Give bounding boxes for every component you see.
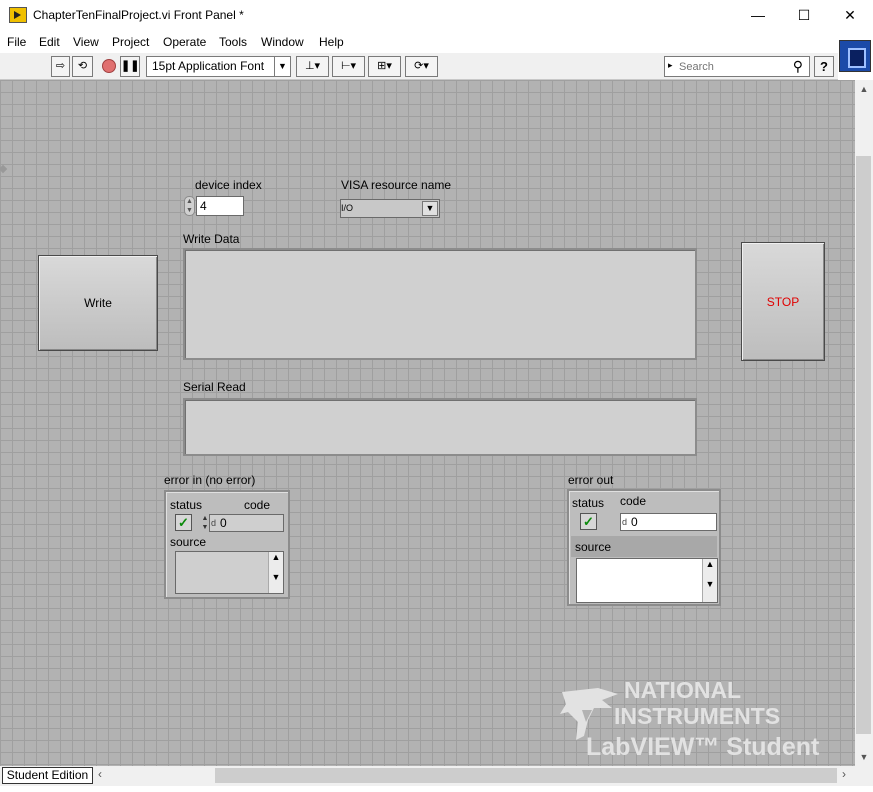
menu-view[interactable]: View	[73, 35, 99, 49]
context-help-button[interactable]: ?	[814, 56, 834, 77]
bottom-bar: Student Edition ‹ ›	[0, 766, 873, 786]
minimize-button[interactable]: —	[735, 0, 781, 31]
error-out-source-label: source	[575, 540, 612, 554]
code-radix-icon: d	[622, 517, 628, 527]
menu-tools[interactable]: Tools	[219, 35, 247, 49]
visa-io-icon: I/O	[341, 203, 354, 213]
title-bar: ChapterTenFinalProject.vi Front Panel * …	[0, 0, 873, 31]
chevron-down-icon[interactable]: ▼	[422, 201, 438, 216]
increment-decrement-icon[interactable]: ▲ ▼	[184, 196, 195, 216]
device-index-input[interactable]: 4	[196, 196, 244, 216]
labview-app-icon	[9, 7, 27, 23]
font-select[interactable]: 15pt Application Font ▼	[146, 56, 291, 77]
window-title: ChapterTenFinalProject.vi Front Panel *	[33, 8, 244, 22]
menu-operate[interactable]: Operate	[163, 35, 206, 49]
search-input[interactable]	[679, 59, 783, 74]
maximize-button[interactable]: ☐	[781, 0, 827, 31]
chevron-down-icon: ▼	[274, 57, 290, 76]
menu-window[interactable]: Window	[261, 35, 304, 49]
scroll-left-icon[interactable]: ‹	[98, 767, 102, 781]
abort-icon[interactable]	[99, 56, 119, 77]
menu-project[interactable]: Project	[112, 35, 149, 49]
horizontal-scroll-thumb[interactable]	[215, 768, 837, 783]
error-out-status-indicator: ✓	[580, 513, 597, 530]
error-in-status-label: status	[170, 498, 203, 512]
source-scrollbar[interactable]: ▲ ▼	[268, 552, 283, 593]
scroll-up-icon[interactable]: ▲	[855, 80, 873, 98]
pause-icon[interactable]: ❚❚	[120, 56, 140, 77]
visa-resource-label: VISA resource name	[341, 178, 452, 192]
error-out-code-indicator: d 0	[620, 513, 717, 531]
stop-button-label: STOP	[766, 294, 800, 309]
error-out-code-value: 0	[631, 515, 638, 529]
scroll-down-icon[interactable]: ▼	[855, 748, 873, 766]
error-in-source-input[interactable]: ▲ ▼	[175, 551, 284, 594]
watermark-instruments: INSTRUMENTS	[614, 703, 781, 729]
search-box[interactable]: ▸ ⚲	[664, 56, 810, 77]
distribute-objects-icon[interactable]: ⊢▾	[332, 56, 365, 77]
font-select-label: 15pt Application Font	[152, 59, 265, 73]
error-in-label: error in (no error)	[164, 473, 256, 487]
visa-resource-select[interactable]: I/O ▼	[340, 199, 440, 218]
error-in-cluster: status code ✓ ▲ ▼ d 0 source ▲ ▼	[164, 490, 290, 599]
serial-read-indicator	[183, 398, 697, 456]
menu-help[interactable]: Help	[319, 35, 344, 49]
close-button[interactable]: ✕	[827, 0, 873, 31]
error-out-status-label: status	[572, 496, 605, 510]
vertical-scroll-thumb[interactable]	[856, 156, 871, 734]
origin-marker-icon	[0, 164, 8, 174]
vertical-scrollbar[interactable]: ▲ ▼	[855, 80, 873, 766]
error-out-label: error out	[568, 473, 614, 487]
error-in-source-label: source	[170, 535, 207, 549]
menu-edit[interactable]: Edit	[39, 35, 60, 49]
resize-objects-icon[interactable]: ⊞▾	[368, 56, 401, 77]
write-data-label: Write Data	[183, 232, 240, 246]
error-in-code-input[interactable]: d 0	[209, 514, 284, 532]
front-panel: device index ▲ ▼ 4 VISA resource name I/O…	[0, 80, 855, 791]
code-radix-icon: d	[211, 518, 217, 528]
error-out-code-label: code	[620, 494, 647, 508]
write-button[interactable]: Write	[38, 255, 158, 351]
device-index-label: device index	[195, 178, 262, 192]
code-increment-icon[interactable]: ▲ ▼	[201, 514, 209, 532]
stop-button[interactable]: STOP	[741, 242, 825, 361]
align-objects-icon[interactable]: ⊥▾	[296, 56, 329, 77]
vi-icon[interactable]	[839, 40, 871, 72]
reorder-icon[interactable]: ⟳▾	[405, 56, 438, 77]
search-scope-icon: ▸	[668, 60, 673, 70]
menu-bar: File Edit View Project Operate Tools Win…	[0, 31, 873, 53]
serial-read-label: Serial Read	[183, 380, 246, 394]
error-out-cluster: status code ✓ d 0 source ▲ ▼	[567, 489, 721, 606]
watermark-national: NATIONAL	[624, 677, 742, 703]
toolbar: ⇨ ⟲ ❚❚ 15pt Application Font ▼ ⊥▾ ⊢▾ ⊞▾ …	[0, 53, 838, 80]
scroll-right-icon[interactable]: ›	[842, 767, 846, 781]
search-icon[interactable]: ⚲	[793, 58, 803, 75]
write-data-input[interactable]	[183, 248, 697, 360]
student-edition-badge: Student Edition	[2, 767, 93, 784]
run-icon[interactable]: ⇨	[51, 56, 70, 77]
error-in-status-checkbox[interactable]: ✓	[175, 514, 192, 531]
write-button-label: Write	[84, 296, 112, 310]
error-in-code-label: code	[244, 498, 271, 512]
error-out-source-header: source	[571, 536, 717, 557]
source-scrollbar[interactable]: ▲ ▼	[702, 559, 717, 602]
error-out-source-indicator: ▲ ▼	[576, 558, 718, 603]
menu-file[interactable]: File	[7, 35, 26, 49]
error-in-code-value: 0	[220, 516, 227, 530]
run-continuously-icon[interactable]: ⟲	[72, 56, 93, 77]
